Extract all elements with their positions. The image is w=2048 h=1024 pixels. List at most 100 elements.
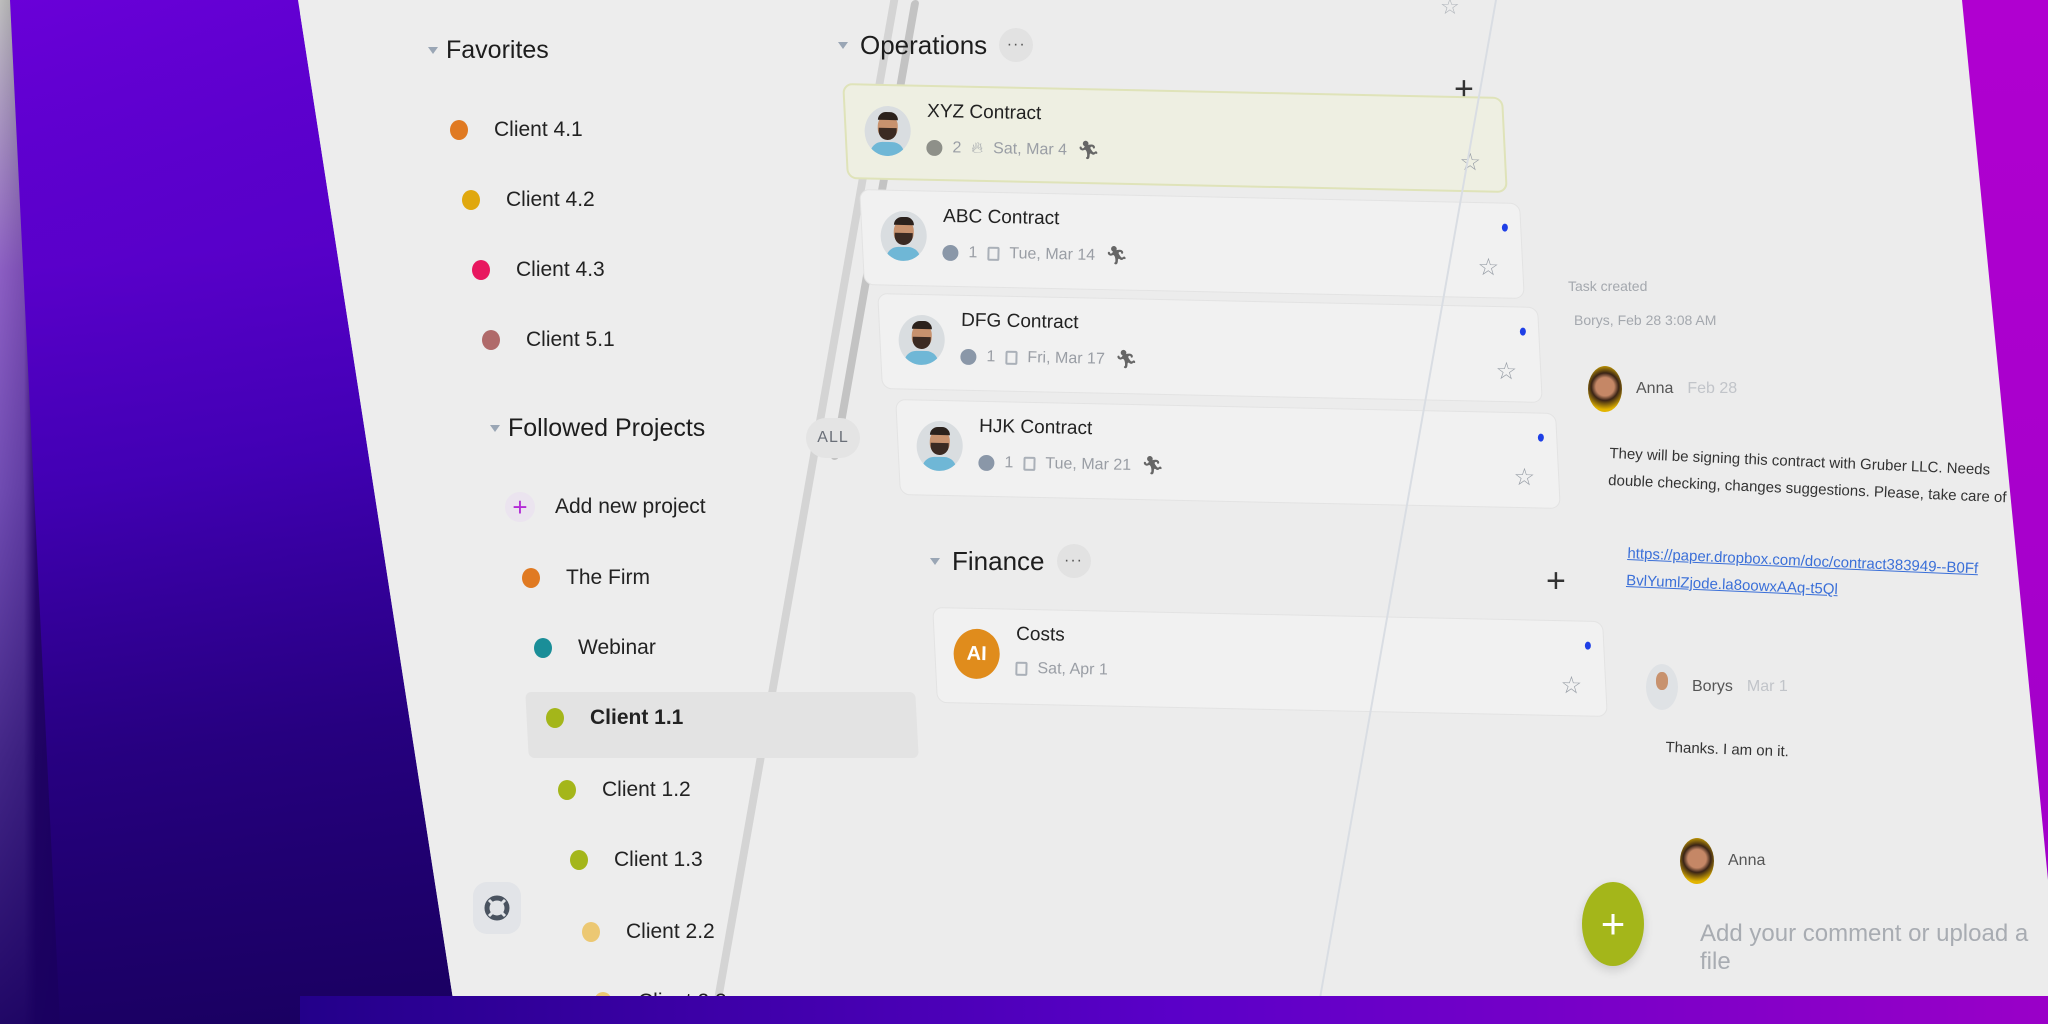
comment-count: 2 (952, 138, 962, 156)
fire-icon: 🔥︎ (971, 139, 984, 157)
comment-link[interactable]: https://paper.dropbox.com/doc/contract38… (1626, 540, 1988, 610)
favorite-item-label: Client 4.3 (516, 258, 605, 281)
followed-project-item[interactable]: Client 2.2 (582, 920, 715, 944)
due-date: Sat, Apr 1 (1037, 660, 1109, 679)
project-color-dot-icon (450, 120, 468, 140)
calendar-icon (1005, 350, 1018, 365)
composer-author-name: Anna (1728, 852, 1766, 869)
star-icon[interactable]: ☆ (1459, 148, 1481, 177)
comment-author: Anna Feb 28 (1588, 366, 1737, 412)
comment-count: 1 (986, 347, 996, 365)
star-icon[interactable]: ☆ (1495, 357, 1517, 386)
comment-date: Feb 28 (1687, 380, 1738, 397)
favorite-item[interactable]: Client 4.1 (450, 118, 583, 142)
due-date: Fri, Mar 17 (1027, 348, 1106, 368)
more-options-button[interactable]: ··· (1056, 544, 1091, 578)
group-title: Operations (860, 29, 988, 60)
avatar (864, 105, 912, 157)
comment-icon (978, 454, 995, 471)
task-card[interactable]: XYZ Contract 2 🔥︎ Sat, Mar 4 🏃︎ ☆ (842, 83, 1508, 193)
favorites-title: Favorites (446, 36, 549, 64)
comment-author: Borys Mar 1 (1646, 664, 1788, 710)
favorite-item[interactable]: Client 4.2 (462, 188, 595, 212)
task-card[interactable]: HJK Contract 1 Tue, Mar 21 🏃︎ ☆ (895, 399, 1561, 509)
running-person-icon: 🏃︎ (1140, 455, 1165, 476)
project-color-dot-icon (472, 260, 490, 280)
favorite-item-label: Client 5.1 (526, 328, 615, 351)
comment-author-name: Anna (1636, 380, 1674, 397)
star-icon[interactable]: ☆ (1440, 0, 1460, 20)
add-floating-button[interactable]: + (1582, 882, 1644, 966)
comment-icon (960, 348, 977, 365)
collapse-triangle-icon (838, 41, 848, 49)
followed-project-item[interactable]: The Firm (522, 566, 650, 590)
star-icon[interactable]: ☆ (1477, 253, 1499, 282)
add-new-project-button[interactable]: + Add new project (505, 492, 706, 522)
project-color-dot-icon (534, 638, 552, 658)
comment-input[interactable]: Add your comment or upload a file (1700, 920, 2048, 976)
screen-bottom-edge (300, 996, 2048, 1024)
project-color-dot-icon (558, 780, 576, 800)
star-icon[interactable]: ☆ (1560, 671, 1582, 700)
task-card[interactable]: ABC Contract 1 Tue, Mar 14 🏃︎ ☆ (859, 189, 1525, 299)
avatar (916, 420, 964, 472)
task-card[interactable]: DFG Contract 1 Fri, Mar 17 🏃︎ ☆ (877, 293, 1543, 403)
lifebuoy-icon (484, 895, 510, 921)
project-color-dot-icon (582, 922, 600, 942)
unread-dot-icon (1537, 433, 1544, 442)
comment-text: Thanks. I am on it. (1665, 738, 1790, 761)
calendar-icon (1015, 661, 1028, 676)
star-icon[interactable]: ☆ (1513, 463, 1535, 492)
followed-project-label: Client 1.2 (602, 778, 691, 801)
comment-icon (926, 139, 943, 156)
followed-project-item[interactable]: Client 1.3 (570, 848, 703, 872)
collapse-triangle-icon (930, 557, 940, 565)
running-person-icon: 🏃︎ (1114, 349, 1138, 370)
help-button[interactable] (473, 882, 521, 934)
task-title: HJK Contract (978, 415, 1093, 440)
comment-text: They will be signing this contract with … (1607, 444, 2023, 508)
project-color-dot-icon (522, 568, 540, 588)
plus-icon: + (505, 492, 535, 522)
favorite-item[interactable]: Client 5.1 (482, 328, 615, 352)
task-title: ABC Contract (942, 205, 1060, 230)
comment-author-name: Borys (1692, 678, 1733, 695)
task-title: Costs (1015, 623, 1066, 646)
running-person-icon: 🏃︎ (1104, 245, 1129, 266)
task-meta: 1 Fri, Mar 17 🏃︎ (960, 346, 1138, 371)
avatar (880, 210, 928, 262)
favorite-item-label: Client 4.1 (494, 118, 583, 141)
collapse-triangle-icon (490, 425, 500, 432)
followed-project-item[interactable]: Client 1.2 (558, 778, 691, 802)
task-created-meta: Borys, Feb 28 3:08 AM (1574, 312, 1717, 328)
favorites-header[interactable]: Favorites (428, 36, 549, 65)
followed-project-label: The Firm (566, 566, 650, 589)
composer-author: Anna (1680, 838, 1765, 884)
task-card[interactable]: AI Costs Sat, Apr 1 ☆ (932, 606, 1608, 718)
project-color-dot-icon (482, 330, 500, 350)
followed-project-item[interactable]: Webinar (534, 636, 656, 660)
group-header-operations[interactable]: Operations ··· (838, 28, 1034, 62)
due-date: Tue, Mar 14 (1009, 244, 1096, 264)
task-title: DFG Contract (960, 309, 1079, 334)
followed-project-label: Client 2.2 (626, 920, 715, 943)
task-created-label: Task created (1568, 278, 1648, 294)
task-meta: Sat, Apr 1 (1015, 660, 1108, 680)
all-projects-button[interactable]: ALL (806, 418, 860, 458)
group-header-finance[interactable]: Finance ··· (930, 544, 1091, 578)
task-meta: 1 Tue, Mar 14 🏃︎ (942, 242, 1128, 267)
followed-project-item[interactable]: Client 1.1 (546, 706, 683, 730)
unread-dot-icon (1584, 641, 1591, 650)
comment-date: Mar 1 (1746, 678, 1788, 695)
followed-projects-title: Followed Projects (508, 414, 706, 442)
followed-projects-header[interactable]: Followed Projects (490, 414, 705, 443)
favorite-item[interactable]: Client 4.3 (472, 258, 605, 282)
add-task-button[interactable]: + (1546, 562, 1566, 601)
project-color-dot-icon (462, 190, 480, 210)
comment-count: 1 (968, 243, 978, 261)
more-options-button[interactable]: ··· (999, 28, 1034, 62)
followed-project-label: Webinar (578, 636, 656, 659)
calendar-icon (1023, 456, 1036, 471)
add-new-project-label: Add new project (555, 495, 706, 518)
task-meta: 1 Tue, Mar 21 🏃︎ (978, 452, 1164, 477)
